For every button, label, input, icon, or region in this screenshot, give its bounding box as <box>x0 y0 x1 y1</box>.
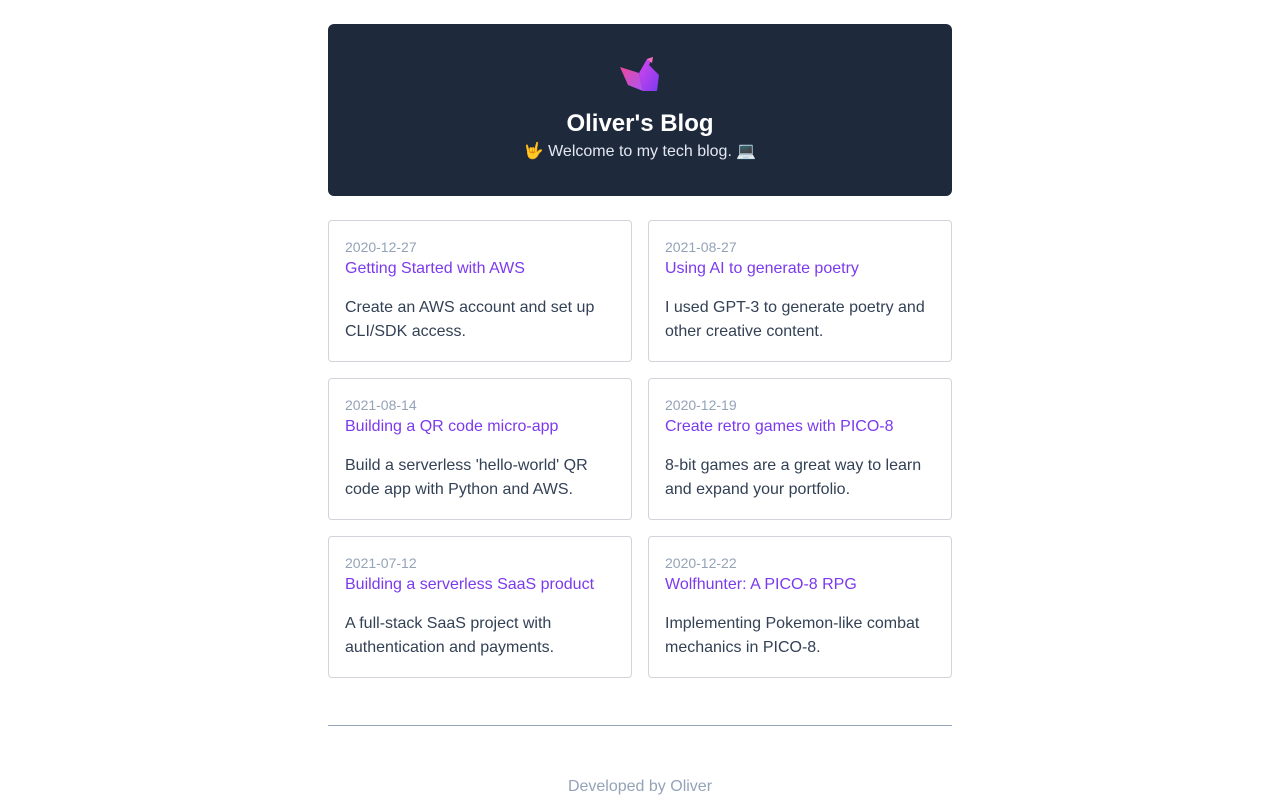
post-card[interactable]: 2021-07-12 Building a serverless SaaS pr… <box>328 536 632 678</box>
blog-header: Oliver's Blog 🤟 Welcome to my tech blog.… <box>328 24 952 196</box>
post-description: Build a serverless 'hello-world' QR code… <box>345 457 588 498</box>
footer-credit: Developed by Oliver <box>567 778 713 795</box>
post-date: 2021-07-12 <box>345 555 417 571</box>
post-title-link[interactable]: Using AI to generate poetry <box>665 258 935 280</box>
post-description: 8-bit games are a great way to learn and… <box>665 457 922 498</box>
post-date: 2020-12-22 <box>665 555 737 571</box>
post-card[interactable]: 2021-08-27 Using AI to generate poetry I… <box>648 220 952 362</box>
post-title-link[interactable]: Building a serverless SaaS product <box>345 574 615 596</box>
post-title-link[interactable]: Create retro games with PICO-8 <box>665 416 935 438</box>
post-title-link[interactable]: Getting Started with AWS <box>345 258 615 280</box>
post-description: Create an AWS account and set up CLI/SDK… <box>345 299 595 340</box>
post-date: 2020-12-27 <box>345 239 417 255</box>
origami-swan-icon <box>620 57 659 91</box>
post-description: A full-stack SaaS project with authentic… <box>345 615 555 656</box>
post-description: Implementing Pokemon-like combat mechani… <box>665 615 920 656</box>
post-date: 2020-12-19 <box>665 397 737 413</box>
post-date: 2021-08-14 <box>345 397 417 413</box>
post-card[interactable]: 2021-08-14 Building a QR code micro-app … <box>328 378 632 520</box>
post-description: I used GPT-3 to generate poetry and othe… <box>665 299 925 340</box>
post-title-link[interactable]: Wolfhunter: A PICO-8 RPG <box>665 574 935 596</box>
post-card[interactable]: 2020-12-22 Wolfhunter: A PICO-8 RPG Impl… <box>648 536 952 678</box>
footer-divider <box>328 725 952 726</box>
post-title-link[interactable]: Building a QR code micro-app <box>345 416 615 438</box>
blog-title: Oliver's Blog <box>566 110 714 137</box>
blog-subtitle: 🤟 Welcome to my tech blog. 💻 <box>523 143 757 160</box>
post-date: 2021-08-27 <box>665 239 737 255</box>
post-card[interactable]: 2020-12-27 Getting Started with AWS Crea… <box>328 220 632 362</box>
post-card[interactable]: 2020-12-19 Create retro games with PICO-… <box>648 378 952 520</box>
